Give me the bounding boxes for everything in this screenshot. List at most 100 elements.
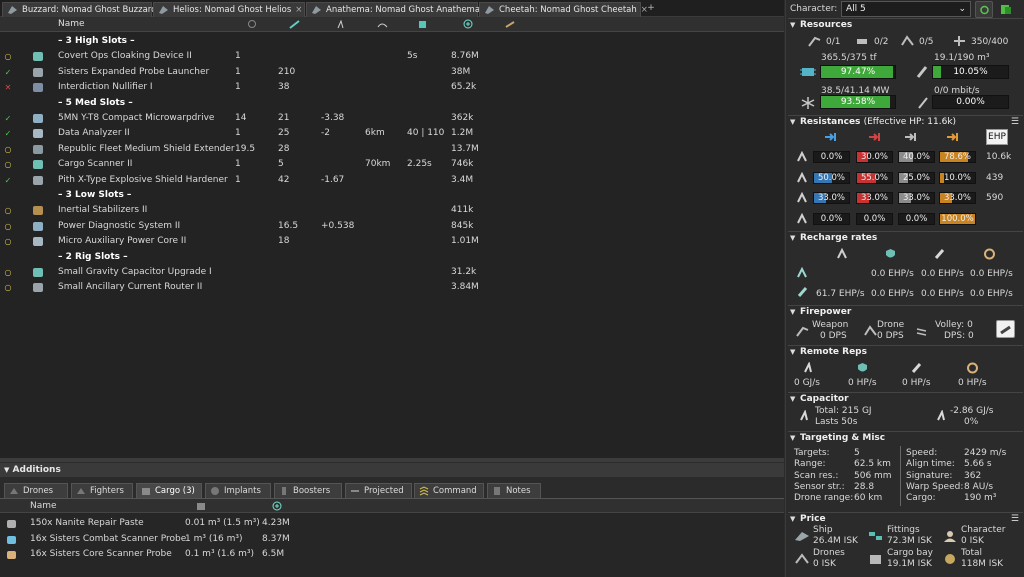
calibration-column-icon[interactable] (289, 20, 300, 29)
collapse-icon[interactable]: ▼ (790, 346, 795, 359)
module-state-online-icon[interactable]: ○ (4, 157, 12, 172)
module-row[interactable]: ○ Cargo Scanner II 1 5 70km 2.25s 746k (0, 157, 784, 172)
module-state-online-icon[interactable]: ○ (4, 203, 12, 218)
capacitor-column-icon[interactable] (336, 20, 345, 29)
ehp-toggle-button[interactable]: EHP (986, 129, 1008, 145)
pane-splitter[interactable] (0, 458, 784, 462)
module-c4-cell: 40 | 110 (407, 128, 445, 139)
ammo-column-icon[interactable] (505, 20, 516, 29)
module-c1-cell: 42 (278, 174, 290, 185)
module-state-active-icon[interactable]: ✓ (4, 173, 12, 188)
column-name[interactable]: Name (30, 501, 57, 511)
module-state-online-icon[interactable]: ○ (4, 234, 12, 249)
tab-fighters[interactable]: Fighters (71, 483, 133, 498)
firepower-section[interactable]: ▼ Firepower (788, 305, 1023, 318)
fit-tab-anathema[interactable]: Anathema: Nomad Ghost Anathema× (306, 2, 491, 17)
module-row[interactable]: ✓ Pith X-Type Explosive Shield Hardener 1 4… (0, 173, 784, 188)
fit-tab-buzzard[interactable]: Buzzard: Nomad Ghost Buzzard× (2, 2, 168, 17)
slot-group-header[interactable]: – 3 High Slots – (0, 34, 784, 49)
resources-section[interactable]: ▼ Resources (788, 18, 1023, 31)
module-row[interactable]: ○ Covert Ops Cloaking Device II 1 5s 8.76M (0, 49, 784, 64)
module-state-online-icon[interactable]: ○ (4, 265, 12, 280)
collapse-icon[interactable]: ▼ (790, 306, 795, 319)
recharge-section[interactable]: ▼ Recharge rates (788, 231, 1023, 244)
drone-slots-value: 0/5 (919, 37, 934, 47)
module-name: Small Ancillary Current Router II (58, 282, 203, 293)
price-section[interactable]: ▼ Price ☰ (788, 512, 1023, 525)
fit-tab-helios[interactable]: Helios: Nomad Ghost Helios × (153, 2, 305, 17)
additions-header[interactable]: ▼ Additions (0, 463, 784, 477)
fit-tab-cheetah[interactable]: Cheetah: Nomad Ghost Cheetah × (479, 2, 648, 17)
menu-icon[interactable]: ☰ (1011, 116, 1019, 129)
module-state-active-icon[interactable]: ✓ (4, 111, 12, 126)
slot-group-header[interactable]: – 2 Rig Slots – (0, 250, 784, 265)
remote-hull-rate: 0 HP/s (958, 378, 987, 388)
module-qty-cell: 1 (235, 159, 241, 170)
drone-dps: 0 DPS (877, 331, 904, 341)
collapse-icon[interactable]: ▼ (790, 232, 795, 245)
resistances-section[interactable]: ▼ Resistances (Effective HP: 11.6k) ☰ (788, 115, 1023, 128)
refresh-button[interactable] (975, 1, 993, 18)
damage-pattern-button[interactable] (996, 320, 1015, 338)
module-row[interactable]: ○ Inertial Stabilizers II 411k (0, 203, 784, 218)
tab-projected[interactable]: Projected (345, 483, 412, 498)
layer-hp: 439 (986, 172, 1004, 183)
targeting-section[interactable]: ▼ Targeting & Misc (788, 431, 1023, 444)
character-editor-button[interactable] (998, 1, 1014, 18)
module-qty-cell: 19.5 (235, 143, 256, 154)
module-row[interactable]: ○ Micro Auxiliary Power Core II 18 1.01M (0, 234, 784, 249)
collapse-icon[interactable]: ▼ (790, 513, 795, 526)
menu-icon[interactable]: ☰ (1011, 513, 1019, 526)
cargo-row[interactable]: 150x Nanite Repair Paste 0.01 m³ (1.5 m³)… (0, 516, 784, 531)
price-column-icon[interactable] (463, 19, 474, 29)
tab-command[interactable]: Command (414, 483, 484, 498)
tab-drones[interactable]: Drones (4, 483, 68, 498)
duration-column-icon[interactable] (418, 20, 427, 29)
module-c1-cell: 18 (278, 236, 290, 247)
module-row[interactable]: ✓ 5MN Y-T8 Compact Microwarpdrive 14 21 -3.3… (0, 111, 784, 126)
resist-value: 78.6% (943, 152, 971, 162)
module-row[interactable]: ○ Small Gravity Capacitor Upgrade I 31.2k (0, 265, 784, 280)
collapse-icon[interactable]: ▼ (790, 432, 795, 445)
module-state-active-icon[interactable]: ✓ (4, 65, 12, 80)
range-column-icon[interactable] (377, 20, 388, 29)
module-name: Power Diagnostic System II (58, 220, 181, 231)
section-title: Recharge rates (800, 233, 878, 243)
module-state-online-icon[interactable]: ○ (4, 142, 12, 157)
cargo-row[interactable]: 16x Sisters Combat Scanner Probe 1 m³ (16… (0, 532, 784, 547)
module-row[interactable]: ○ Power Diagnostic System II 16.5 +0.538 845… (0, 219, 784, 234)
module-state-online-icon[interactable]: ○ (4, 219, 12, 234)
collapse-icon[interactable]: ▼ (790, 393, 795, 406)
module-state-online-icon[interactable]: ○ (4, 280, 12, 295)
price-drones-label: Drones (813, 548, 845, 558)
character-select[interactable]: All 5 ⌄ (841, 1, 971, 17)
module-state-offline-icon[interactable]: ✕ (4, 80, 12, 95)
tab-boosters[interactable]: Boosters (274, 483, 342, 498)
add-tab-button[interactable]: + (645, 2, 657, 15)
collapse-icon[interactable]: ▼ (4, 466, 9, 474)
tab-implants[interactable]: Implants (205, 483, 271, 498)
cargo-row[interactable]: 16x Sisters Core Scanner Probe 0.1 m³ (1.… (0, 547, 784, 562)
module-state-online-icon[interactable]: ○ (4, 49, 12, 64)
cpu-column-icon[interactable] (248, 20, 256, 28)
remote-reps-section[interactable]: ▼ Remote Reps (788, 345, 1023, 358)
module-row[interactable]: ✓ Data Analyzer II 1 25 -2 6km 40 | 110 1.2M (0, 126, 784, 141)
module-row[interactable]: ✓ Sisters Expanded Probe Launcher 1 210 38M (0, 65, 784, 80)
column-name[interactable]: Name (58, 19, 85, 29)
resist-box: 33.0% (939, 192, 976, 204)
tab-notes[interactable]: Notes (487, 483, 541, 498)
resist-value: 30.0% (860, 152, 888, 162)
capacitor-section[interactable]: ▼ Capacitor (788, 392, 1023, 405)
module-row[interactable]: ○ Small Ancillary Current Router II 3.84M (0, 280, 784, 295)
collapse-icon[interactable]: ▼ (790, 116, 795, 129)
module-row[interactable]: ○ Republic Fleet Medium Shield Extender 19… (0, 142, 784, 157)
module-state-active-icon[interactable]: ✓ (4, 126, 12, 141)
slot-group-header[interactable]: – 5 Med Slots – (0, 96, 784, 111)
module-row[interactable]: ✕ Interdiction Nullifier I 1 38 65.2k (0, 80, 784, 95)
slot-group-header[interactable]: – 3 Low Slots – (0, 188, 784, 203)
price-column-icon[interactable] (272, 501, 283, 511)
close-icon[interactable]: × (295, 3, 302, 17)
volume-column-icon[interactable] (196, 501, 206, 511)
tab-cargo[interactable]: Cargo (3) (136, 483, 202, 498)
collapse-icon[interactable]: ▼ (790, 19, 795, 32)
